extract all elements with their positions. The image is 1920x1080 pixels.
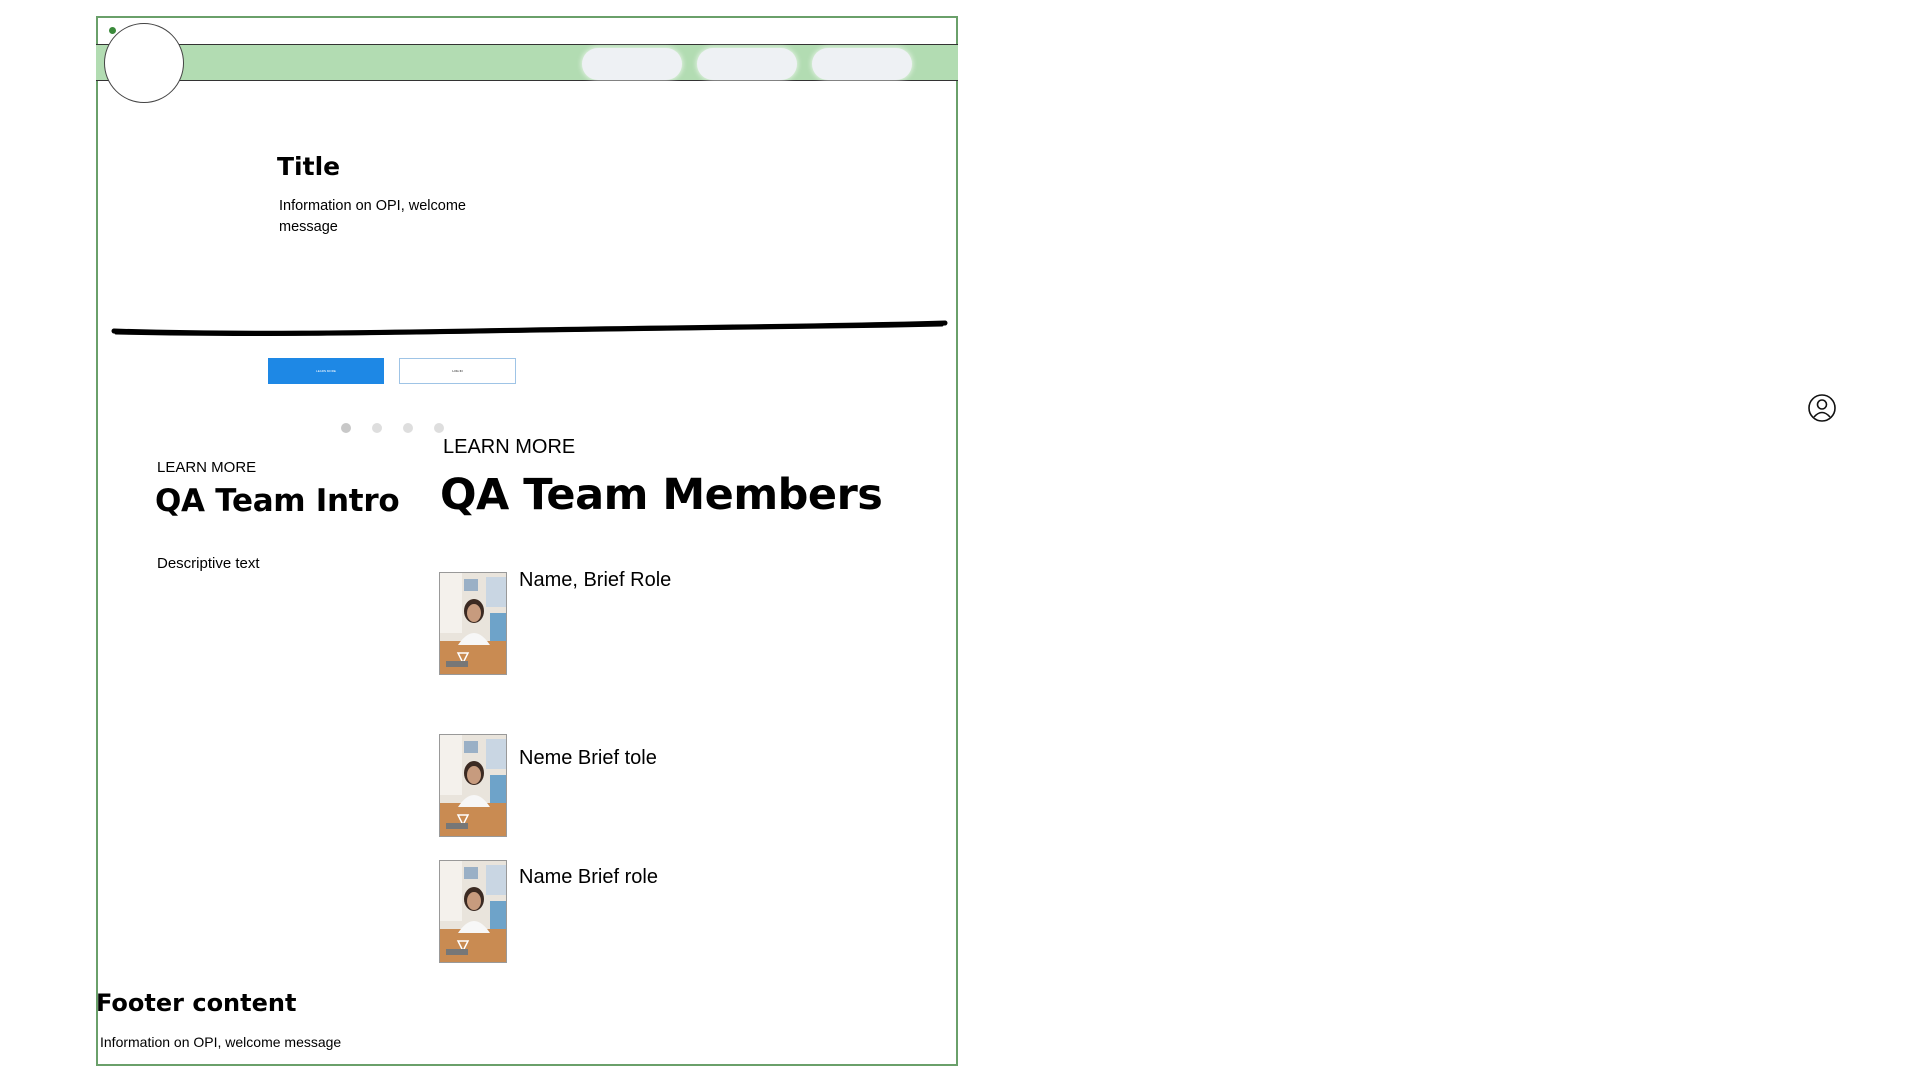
- footer-title: Footer content: [96, 989, 297, 1017]
- indicator-dot: [109, 27, 116, 34]
- member-name: Name, Brief Role: [519, 569, 672, 591]
- carousel-dot-1[interactable]: [341, 423, 351, 433]
- footer-text: Information on OPI, welcome message: [100, 1034, 342, 1050]
- carousel-dot-4[interactable]: [434, 423, 444, 433]
- scribble-divider: [111, 320, 948, 336]
- member-photo-icon: [439, 734, 507, 837]
- nav-item-1[interactable]: [582, 48, 682, 80]
- intro-text: Descriptive text: [157, 555, 260, 572]
- log-in-button[interactable]: LOG IN: [399, 358, 516, 384]
- intro-title: QA Team Intro: [155, 483, 400, 519]
- member-name: Name Brief role: [519, 866, 658, 888]
- member-photo-icon: [439, 860, 507, 963]
- member-photo-icon: [439, 572, 507, 675]
- members-eyebrow: LEARN MORE: [443, 436, 576, 458]
- circle-logo-icon[interactable]: [104, 23, 184, 103]
- nav-item-3[interactable]: [812, 48, 912, 80]
- page-frame: [96, 16, 958, 1066]
- nav-item-2[interactable]: [697, 48, 797, 80]
- hero-text: Information on OPI, welcome message: [279, 198, 466, 235]
- carousel-dot-2[interactable]: [372, 423, 382, 433]
- members-title: QA Team Members: [440, 470, 883, 520]
- user-account-icon[interactable]: [1807, 393, 1837, 423]
- carousel-dot-3[interactable]: [403, 423, 413, 433]
- learn-more-button[interactable]: LEARN MORE: [268, 358, 384, 384]
- member-name: Neme Brief tole: [519, 747, 657, 769]
- intro-eyebrow: LEARN MORE: [157, 459, 257, 476]
- hero-title: Title: [277, 152, 341, 181]
